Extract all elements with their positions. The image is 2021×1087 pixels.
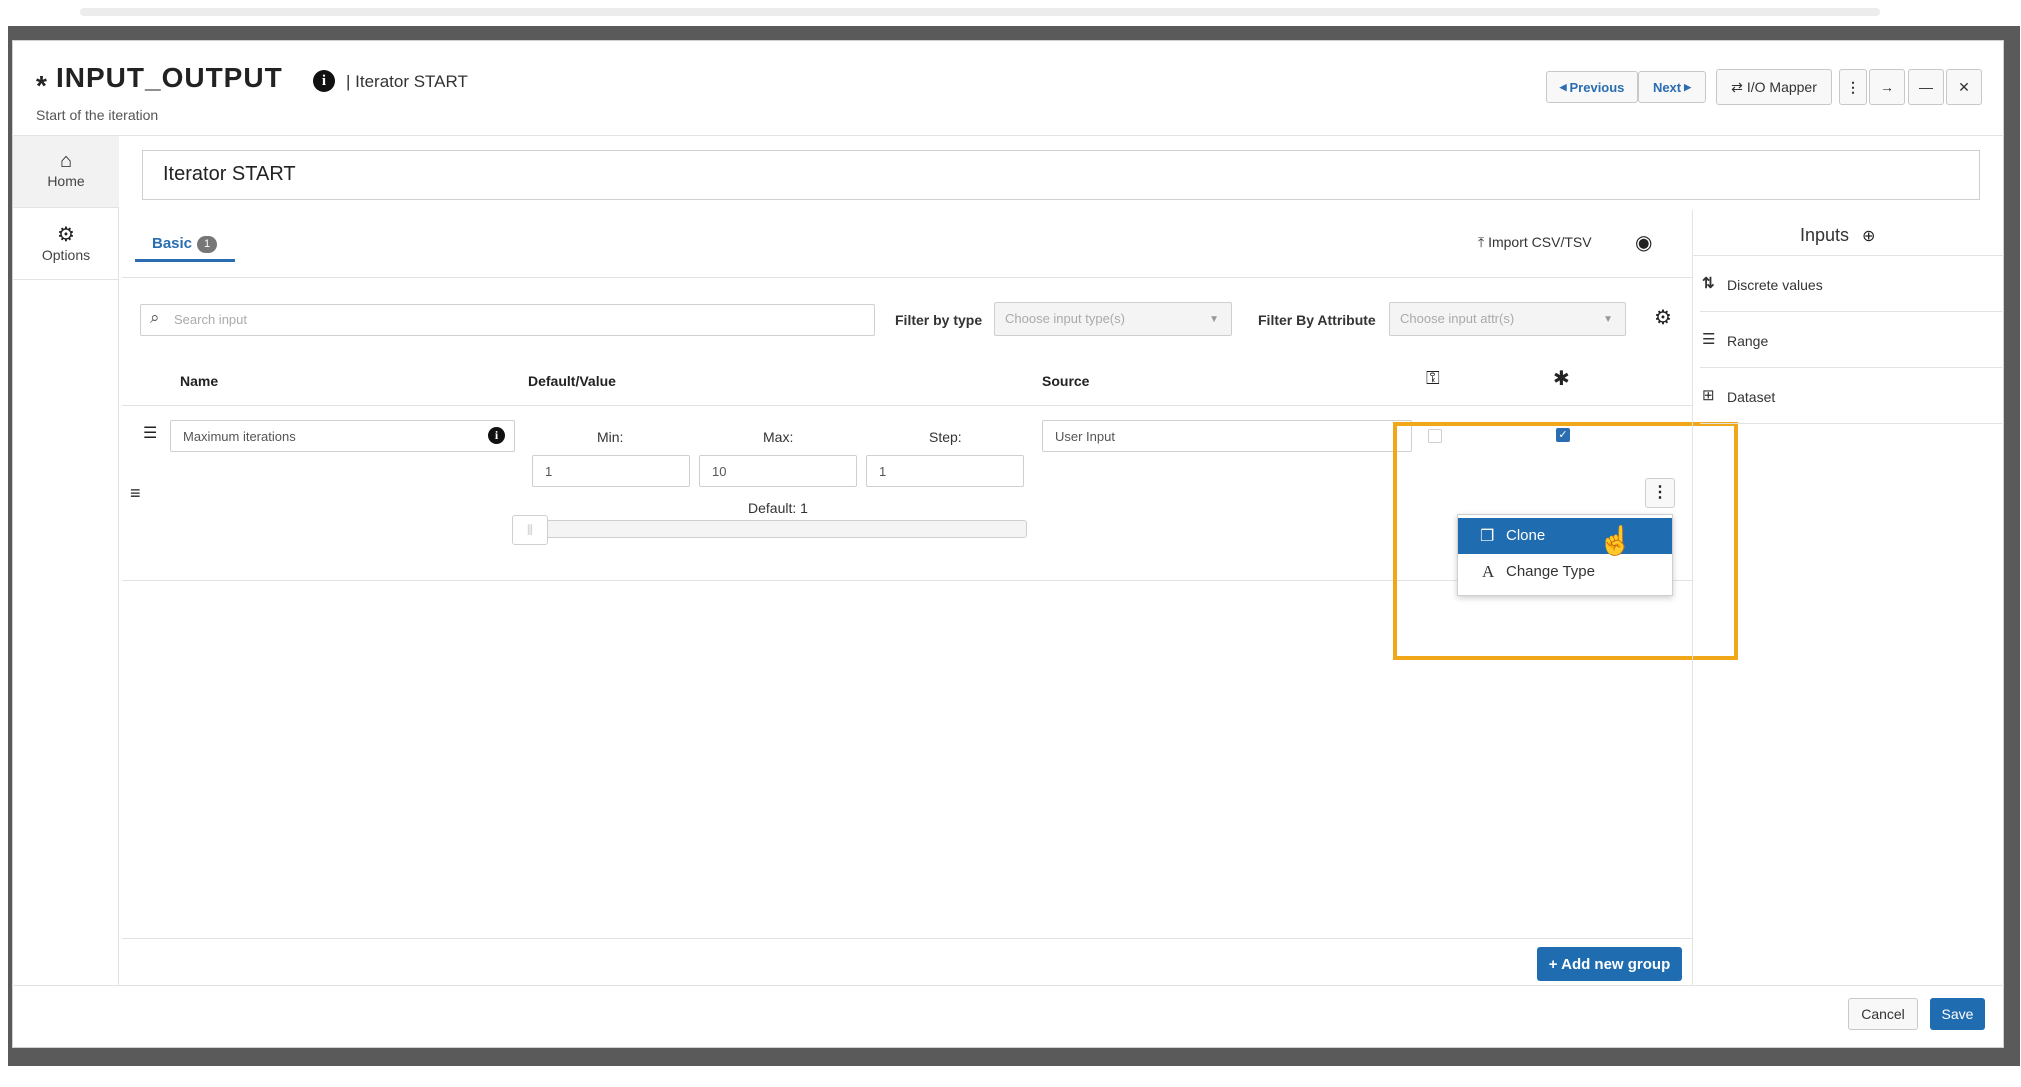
sidebar-item-label: Home — [47, 173, 85, 189]
sort-icon: ⇅ — [1702, 275, 1715, 292]
info-icon[interactable]: i — [488, 427, 505, 444]
filter-attr-label: Filter By Attribute — [1258, 312, 1376, 328]
import-csv-button[interactable]: ⤒ Import CSV/TSV — [1478, 234, 1592, 251]
page-subtitle: | Iterator START — [346, 72, 468, 91]
sidebar-item-options[interactable]: ⚙ Options — [13, 208, 119, 280]
home-icon: ⌂ — [59, 150, 73, 172]
minimize-icon: — — [1919, 79, 1933, 95]
add-new-group-button[interactable]: + Add new group — [1537, 947, 1682, 981]
page-title: INPUT_OUTPUT — [56, 62, 283, 93]
sliders-icon: ☰ — [143, 425, 158, 442]
gear-icon: ⚙ — [57, 224, 75, 246]
tab-basic[interactable]: Basic — [152, 235, 192, 252]
step-label: Step: — [929, 429, 962, 445]
min-label: Min: — [597, 429, 624, 445]
io-mapper-button[interactable]: ⇄ I/O Mapper — [1716, 69, 1832, 105]
table-header-divider — [122, 405, 1692, 406]
active-tab-indicator — [135, 259, 235, 262]
caret-down-icon: ▼ — [1209, 314, 1219, 325]
tab-count-badge: 1 — [197, 236, 217, 253]
expand-button[interactable]: → — [1869, 69, 1905, 105]
input-type-range[interactable]: ☰ Range — [1700, 312, 2002, 368]
kebab-icon: ⋮ — [1846, 78, 1860, 95]
arrow-right-icon: → — [1880, 79, 1894, 95]
backdrop-bottom — [0, 1070, 2021, 1087]
next-button[interactable]: Next ▶ — [1638, 71, 1706, 103]
asterisk-icon: ✱ — [1553, 368, 1570, 390]
add-circle-icon[interactable]: ⊕ — [1862, 226, 1875, 246]
swap-icon: ⇄ — [1731, 78, 1743, 95]
upload-icon: ⤒ — [1478, 234, 1485, 250]
sidebar-item-label: Options — [41, 247, 91, 263]
table-icon: ⊞ — [1702, 387, 1715, 404]
step-input[interactable]: 1 — [866, 455, 1024, 487]
page-description: Start of the iteration — [36, 107, 159, 123]
close-icon: ✕ — [1958, 78, 1970, 95]
column-header-source: Source — [1042, 373, 1090, 389]
chevron-left-icon: ◀ — [1559, 81, 1567, 92]
max-input[interactable]: 10 — [699, 455, 857, 487]
max-label: Max: — [763, 429, 794, 445]
input-type-discrete[interactable]: ⇅ Discrete values — [1700, 256, 2002, 312]
minimize-button[interactable]: — — [1908, 69, 1944, 105]
previous-button[interactable]: ◀ Previous — [1546, 71, 1638, 103]
save-button[interactable]: Save — [1930, 998, 1985, 1030]
step-name-input[interactable]: Iterator START — [142, 150, 1980, 200]
search-placeholder: Search input — [174, 312, 247, 327]
cancel-button[interactable]: Cancel — [1848, 998, 1918, 1030]
filter-type-label: Filter by type — [895, 312, 983, 328]
column-header-default: Default/Value — [528, 373, 616, 389]
filter-attr-select[interactable]: Choose input attr(s) ▼ — [1389, 302, 1626, 336]
caret-down-icon: ▼ — [1603, 314, 1613, 325]
gear-icon[interactable]: ⚙ — [1654, 305, 1672, 330]
header-divider — [12, 135, 2004, 136]
close-button[interactable]: ✕ — [1946, 69, 1982, 105]
sidebar-item-home[interactable]: ⌂ Home — [13, 136, 119, 208]
chevron-right-icon: ▶ — [1684, 81, 1692, 92]
default-slider[interactable] — [512, 520, 1027, 538]
min-input[interactable]: 1 — [532, 455, 690, 487]
content-bottom-divider — [122, 938, 1692, 939]
search-icon: ⌕ — [150, 308, 160, 327]
footer-divider — [12, 985, 2004, 986]
sliders-icon: ☰ — [1702, 331, 1716, 348]
slider-handle[interactable]: ⦀ — [512, 515, 548, 545]
inputs-panel-title: Inputs — [1800, 225, 1850, 245]
input-name-field[interactable]: Maximum iterations — [170, 420, 515, 452]
filter-type-select[interactable]: Choose input type(s) ▼ — [994, 302, 1232, 336]
column-header-name: Name — [180, 373, 219, 389]
search-input[interactable] — [140, 304, 875, 336]
input-type-dataset[interactable]: ⊞ Dataset — [1700, 368, 2002, 424]
modified-marker: * — [36, 70, 47, 101]
backdrop-bar — [80, 8, 1880, 16]
highlight-frame — [1393, 422, 1738, 660]
eye-icon[interactable]: ◉ — [1635, 230, 1652, 255]
info-icon[interactable]: i — [313, 70, 335, 92]
drag-handle-icon[interactable]: ≡ — [130, 483, 141, 504]
tabs-divider — [122, 277, 1692, 278]
key-icon: ⚿ — [1426, 368, 1440, 388]
default-value-label: Default: 1 — [748, 500, 808, 516]
more-options-button[interactable]: ⋮ — [1839, 69, 1867, 105]
source-select[interactable]: User Input — [1042, 420, 1412, 452]
